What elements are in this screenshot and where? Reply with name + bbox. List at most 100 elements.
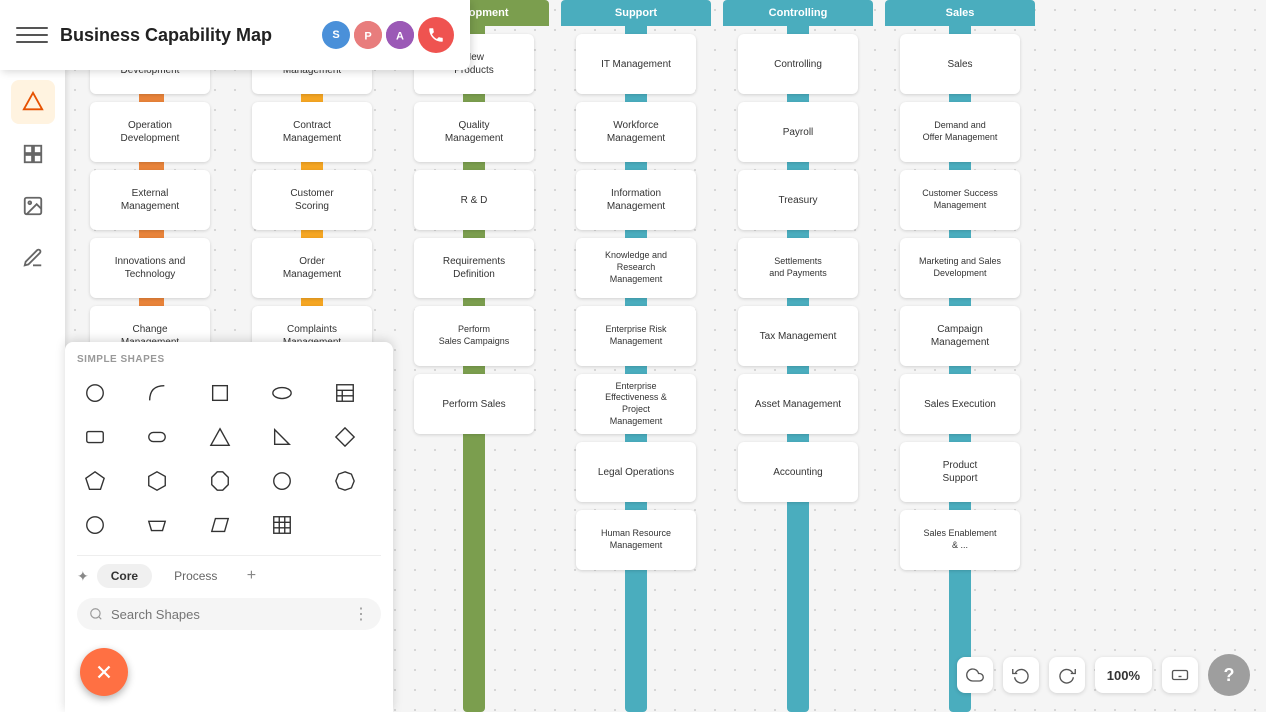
undo-button[interactable] xyxy=(1003,657,1039,693)
ctrl-cards: Controlling Payroll Treasury Settlements… xyxy=(738,26,858,510)
avatar-group: S P A xyxy=(322,17,454,53)
card-contract[interactable]: ContractManagement xyxy=(252,102,372,162)
sales-body: Sales Demand andOffer Management Custome… xyxy=(885,26,1035,712)
shape-stadium[interactable] xyxy=(139,419,175,455)
card-information[interactable]: InformationManagement xyxy=(576,170,696,230)
search-more-icon[interactable]: ⋮ xyxy=(353,604,369,624)
svg-text:P: P xyxy=(364,30,371,42)
card-perform-sales-campaigns[interactable]: PerformSales Campaigns xyxy=(414,306,534,366)
shape-grid[interactable] xyxy=(264,507,300,543)
shape-parallelogram[interactable] xyxy=(202,507,238,543)
card-sales-enablement[interactable]: Sales Enablement& ... xyxy=(900,510,1020,570)
svg-text:A: A xyxy=(396,30,404,42)
fab-button[interactable] xyxy=(80,648,128,696)
card-demand[interactable]: Demand andOffer Management xyxy=(900,102,1020,162)
card-asset[interactable]: Asset Management xyxy=(738,374,858,434)
card-payroll[interactable]: Payroll xyxy=(738,102,858,162)
ctrl-body: Controlling Payroll Treasury Settlements… xyxy=(723,26,873,712)
ctrl-header: Controlling xyxy=(723,0,873,26)
shape-pentagon[interactable] xyxy=(77,463,113,499)
shape-circle[interactable] xyxy=(77,375,113,411)
shape-diamond[interactable] xyxy=(327,419,363,455)
card-campaign[interactable]: CampaignManagement xyxy=(900,306,1020,366)
shape-trapezoid[interactable] xyxy=(139,507,175,543)
card-settlements[interactable]: Settlementsand Payments xyxy=(738,238,858,298)
sales-header: Sales xyxy=(885,0,1035,26)
page-title: Business Capability Map xyxy=(60,25,310,46)
card-perform-sales[interactable]: Perform Sales xyxy=(414,374,534,434)
card-knowledge[interactable]: Knowledge andResearchManagement xyxy=(576,238,696,298)
card-enterprise-eff[interactable]: EnterpriseEffectiveness &ProjectManageme… xyxy=(576,374,696,434)
avatar-p[interactable]: P xyxy=(354,21,382,49)
card-operation[interactable]: OperationDevelopment xyxy=(90,102,210,162)
card-enterprise-risk[interactable]: Enterprise RiskManagement xyxy=(576,306,696,366)
shape-table[interactable] xyxy=(327,375,363,411)
card-customer-success[interactable]: Customer SuccessManagement xyxy=(900,170,1020,230)
left-sidebar xyxy=(0,0,65,712)
search-icon xyxy=(89,607,103,621)
card-customer-scoring[interactable]: CustomerScoring xyxy=(252,170,372,230)
card-sales[interactable]: Sales xyxy=(900,34,1020,94)
col-sales-wrap: Sales Sales Demand andOffer Management C… xyxy=(885,0,1035,712)
shape-rounded-rect[interactable] xyxy=(77,419,113,455)
sidebar-draw-icon[interactable] xyxy=(11,236,55,280)
shape-empty xyxy=(327,507,363,543)
col-dev-wrap: Development NewProducts QualityManagemen… xyxy=(399,0,549,712)
card-rd[interactable]: R & D xyxy=(414,170,534,230)
sales-cards: Sales Demand andOffer Management Custome… xyxy=(900,26,1020,578)
tab-core[interactable]: Core xyxy=(97,564,152,588)
shape-arc[interactable] xyxy=(139,375,175,411)
shape-hexagon[interactable] xyxy=(139,463,175,499)
card-it-mgmt[interactable]: IT Management xyxy=(576,34,696,94)
card-hr[interactable]: Human ResourceManagement xyxy=(576,510,696,570)
card-accounting[interactable]: Accounting xyxy=(738,442,858,502)
sidebar-grid-icon[interactable] xyxy=(11,132,55,176)
card-external[interactable]: ExternalManagement xyxy=(90,170,210,230)
dev-cards: NewProducts QualityManagement R & D Requ… xyxy=(414,26,534,442)
shape-circle3[interactable] xyxy=(77,507,113,543)
header: Business Capability Map S P A xyxy=(0,0,470,70)
card-order[interactable]: OrderManagement xyxy=(252,238,372,298)
mgmt-cards: StrategyDevelopment OperationDevelopment… xyxy=(90,26,210,374)
col-sup-wrap: Support IT Management WorkforceManagemen… xyxy=(561,0,711,712)
shape-right-triangle[interactable] xyxy=(264,419,300,455)
card-quality[interactable]: QualityManagement xyxy=(414,102,534,162)
hamburger-button[interactable] xyxy=(16,19,48,51)
card-workforce[interactable]: WorkforceManagement xyxy=(576,102,696,162)
phone-button[interactable] xyxy=(418,17,454,53)
avatar-a[interactable]: A xyxy=(386,21,414,49)
card-tax[interactable]: Tax Management xyxy=(738,306,858,366)
card-product-support[interactable]: ProductSupport xyxy=(900,442,1020,502)
avatar-s[interactable]: S xyxy=(322,21,350,49)
card-innovations[interactable]: Innovations andTechnology xyxy=(90,238,210,298)
search-bar: ⋮ xyxy=(77,598,381,630)
shapes-grid xyxy=(77,375,381,543)
sidebar-image-icon[interactable] xyxy=(11,184,55,228)
sup-header: Support xyxy=(561,0,711,26)
search-input[interactable] xyxy=(111,607,345,622)
card-requirements[interactable]: RequirementsDefinition xyxy=(414,238,534,298)
shape-triangle[interactable] xyxy=(202,419,238,455)
keyboard-button[interactable] xyxy=(1162,657,1198,693)
col-ctrl-wrap: Controlling Controlling Payroll Treasury… xyxy=(723,0,873,712)
cloud-button[interactable] xyxy=(957,657,993,693)
shape-octagon[interactable] xyxy=(202,463,238,499)
card-marketing[interactable]: Marketing and SalesDevelopment xyxy=(900,238,1020,298)
wand-icon[interactable]: ✦ xyxy=(77,568,89,585)
tab-process[interactable]: Process xyxy=(160,564,231,588)
zoom-level[interactable]: 100% xyxy=(1095,657,1152,693)
card-controlling[interactable]: Controlling xyxy=(738,34,858,94)
shape-decagon[interactable] xyxy=(327,463,363,499)
card-legal[interactable]: Legal Operations xyxy=(576,442,696,502)
sidebar-shapes-icon[interactable] xyxy=(11,80,55,124)
card-treasury[interactable]: Treasury xyxy=(738,170,858,230)
shape-ellipse[interactable] xyxy=(264,375,300,411)
shape-square[interactable] xyxy=(202,375,238,411)
dev-body: NewProducts QualityManagement R & D Requ… xyxy=(399,26,549,712)
card-sales-execution[interactable]: Sales Execution xyxy=(900,374,1020,434)
help-button[interactable]: ? xyxy=(1208,654,1250,696)
tab-add-button[interactable]: + xyxy=(239,564,263,588)
bottom-toolbar: 100% ? xyxy=(957,654,1250,696)
shape-circle2[interactable] xyxy=(264,463,300,499)
redo-button[interactable] xyxy=(1049,657,1085,693)
